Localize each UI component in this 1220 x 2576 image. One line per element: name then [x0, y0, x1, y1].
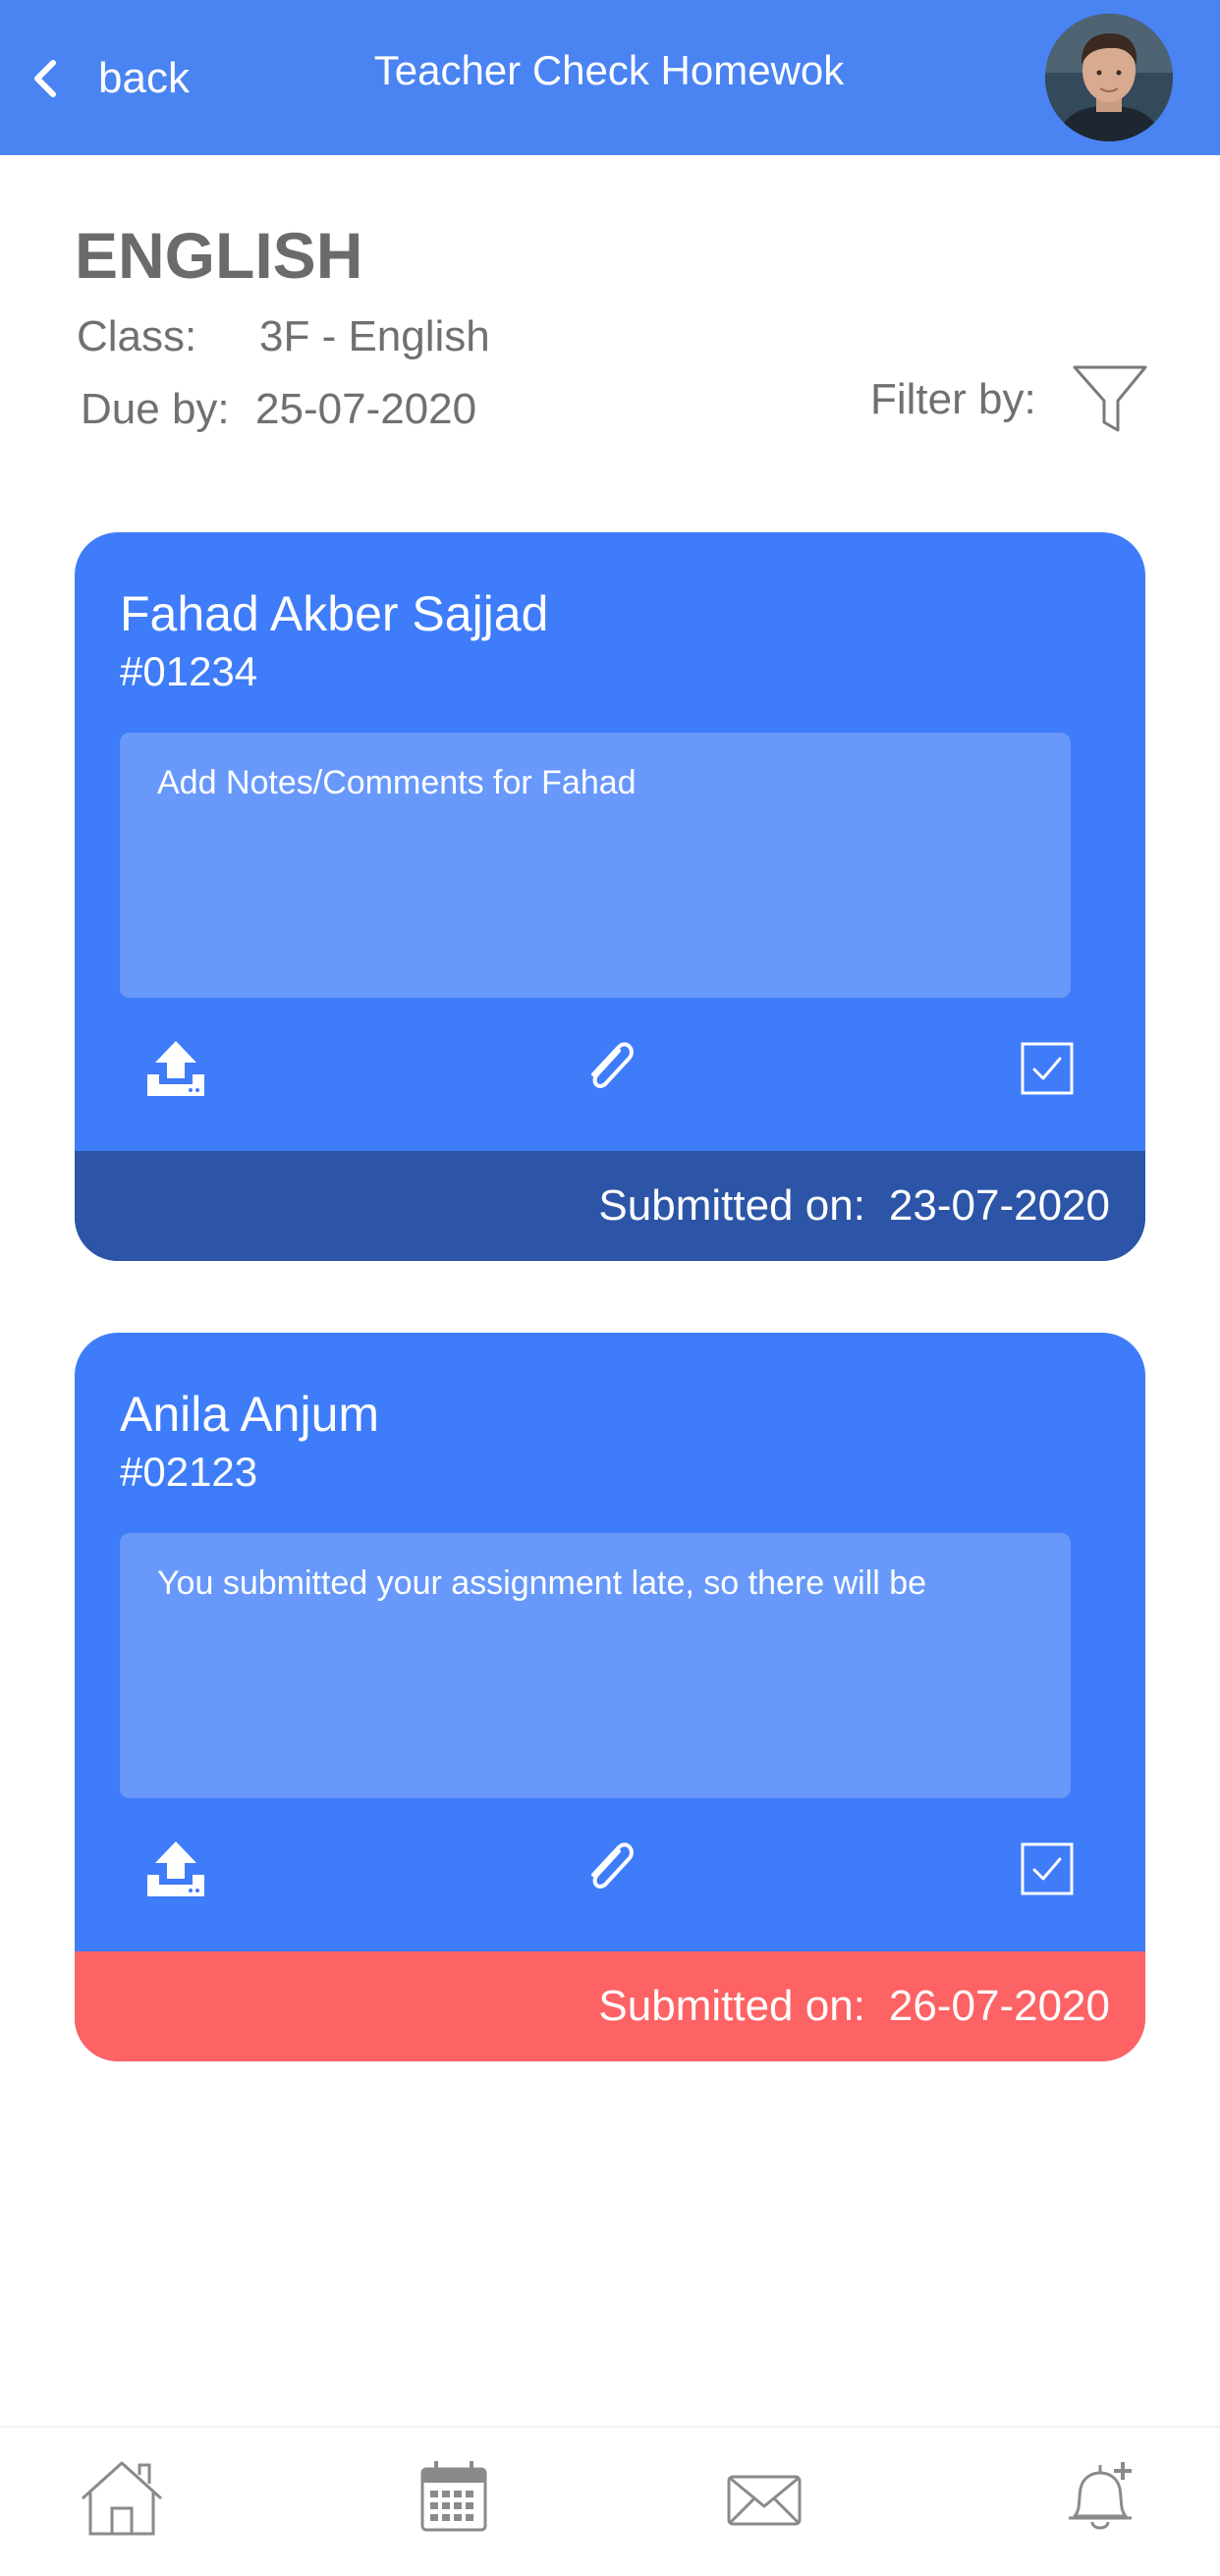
student-name: Anila Anjum [120, 1387, 380, 1442]
submission-card: Anila Anjum #02123 You submitted your as… [75, 1333, 1145, 2061]
student-id: #01234 [120, 648, 258, 694]
due-date-value: 25-07-2020 [255, 385, 477, 433]
page-title: Teacher Check Homewok [373, 47, 845, 93]
notification-bell-icon [1069, 2462, 1132, 2530]
nav-calendar[interactable] [418, 2457, 489, 2536]
student-id: #02123 [120, 1449, 258, 1495]
nav-notifications[interactable] [1061, 2457, 1139, 2540]
upload-icon [147, 1041, 204, 1096]
mail-icon [727, 2475, 802, 2526]
home-icon [81, 2461, 163, 2536]
app-header: back Teacher Check Homewok [0, 0, 1220, 155]
submission-status-bar: Submitted on: 26-07-2020 [75, 1951, 1145, 2061]
submitted-label: Submitted on: [598, 1982, 865, 2030]
upload-icon [147, 1841, 204, 1896]
back-label: back [98, 54, 190, 102]
avatar[interactable] [1045, 14, 1173, 141]
checkbox-icon [1021, 1842, 1074, 1895]
upload-button[interactable] [145, 1839, 206, 1898]
chevron-left-icon [34, 60, 56, 97]
class-value: 3F - English [259, 312, 490, 360]
filter-funnel-icon [1073, 365, 1147, 432]
paperclip-icon [591, 1042, 634, 1088]
checkbox-icon [1021, 1042, 1074, 1095]
submitted-date: 26-07-2020 [888, 1982, 1110, 2030]
class-label: Class: [77, 312, 197, 360]
due-label: Due by: [81, 385, 230, 433]
calendar-icon [420, 2461, 487, 2532]
back-button[interactable]: back [28, 39, 190, 118]
submitted-label: Submitted on: [598, 1181, 865, 1230]
submission-card: Fahad Akber Sajjad #01234 Add Notes/Comm… [75, 532, 1145, 1261]
filter-label: Filter by: [870, 375, 1036, 423]
mark-checked-button[interactable] [1020, 1841, 1075, 1896]
attach-button[interactable] [582, 1837, 640, 1900]
nav-messages[interactable] [725, 2457, 804, 2536]
attach-button[interactable] [582, 1037, 640, 1100]
submission-status-bar: Submitted on: 23-07-2020 [75, 1151, 1145, 1261]
paperclip-icon [591, 1842, 634, 1889]
upload-button[interactable] [145, 1039, 206, 1098]
mark-checked-button[interactable] [1020, 1041, 1075, 1096]
bottom-nav [0, 2426, 1220, 2576]
submitted-date: 23-07-2020 [888, 1181, 1110, 1230]
user-photo-icon [1045, 14, 1173, 141]
notes-input[interactable]: Add Notes/Comments for Fahad [120, 733, 1071, 998]
subject-title: ENGLISH [75, 219, 363, 292]
student-name: Fahad Akber Sajjad [120, 586, 549, 641]
notes-input[interactable]: You submitted your assignment late, so t… [120, 1533, 1071, 1798]
nav-home[interactable] [77, 2457, 167, 2540]
filter-button[interactable] [1071, 361, 1149, 436]
